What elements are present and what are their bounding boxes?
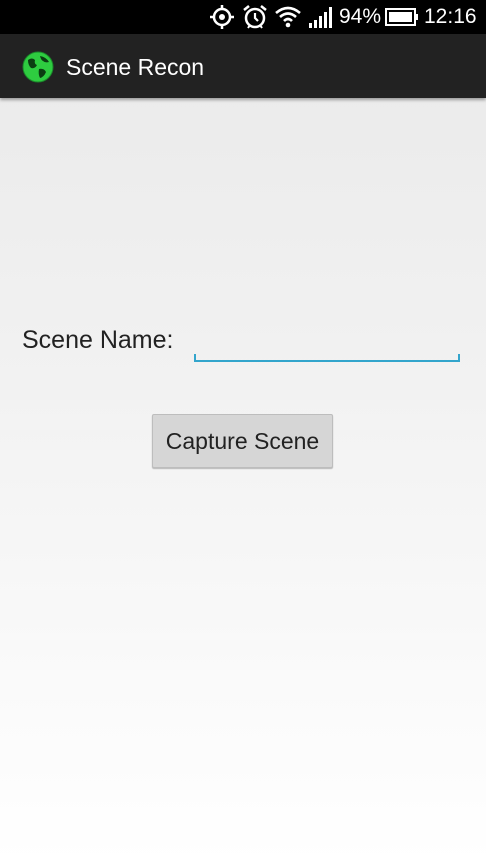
battery-icon <box>385 0 419 34</box>
scene-name-underline-left-tick <box>194 354 196 362</box>
alarm-icon <box>241 0 269 34</box>
signal-icon <box>308 0 334 34</box>
clock: 12:16 <box>424 5 477 28</box>
battery-percent: 94% <box>339 5 382 28</box>
gps-icon <box>209 0 235 34</box>
app-title: Scene Recon <box>66 54 205 80</box>
scene-name-label: Scene Name: <box>22 326 174 354</box>
capture-scene-button[interactable]: Capture Scene <box>152 414 333 468</box>
globe-icon[interactable] <box>22 51 54 83</box>
scene-name-underline-right-tick <box>458 354 460 362</box>
action-bar: Scene Recon <box>0 34 486 98</box>
scene-name-underline <box>194 360 460 362</box>
scene-name-input[interactable] <box>194 328 460 362</box>
wifi-icon <box>274 0 302 34</box>
status-bar: 94% 12:16 <box>0 0 486 34</box>
